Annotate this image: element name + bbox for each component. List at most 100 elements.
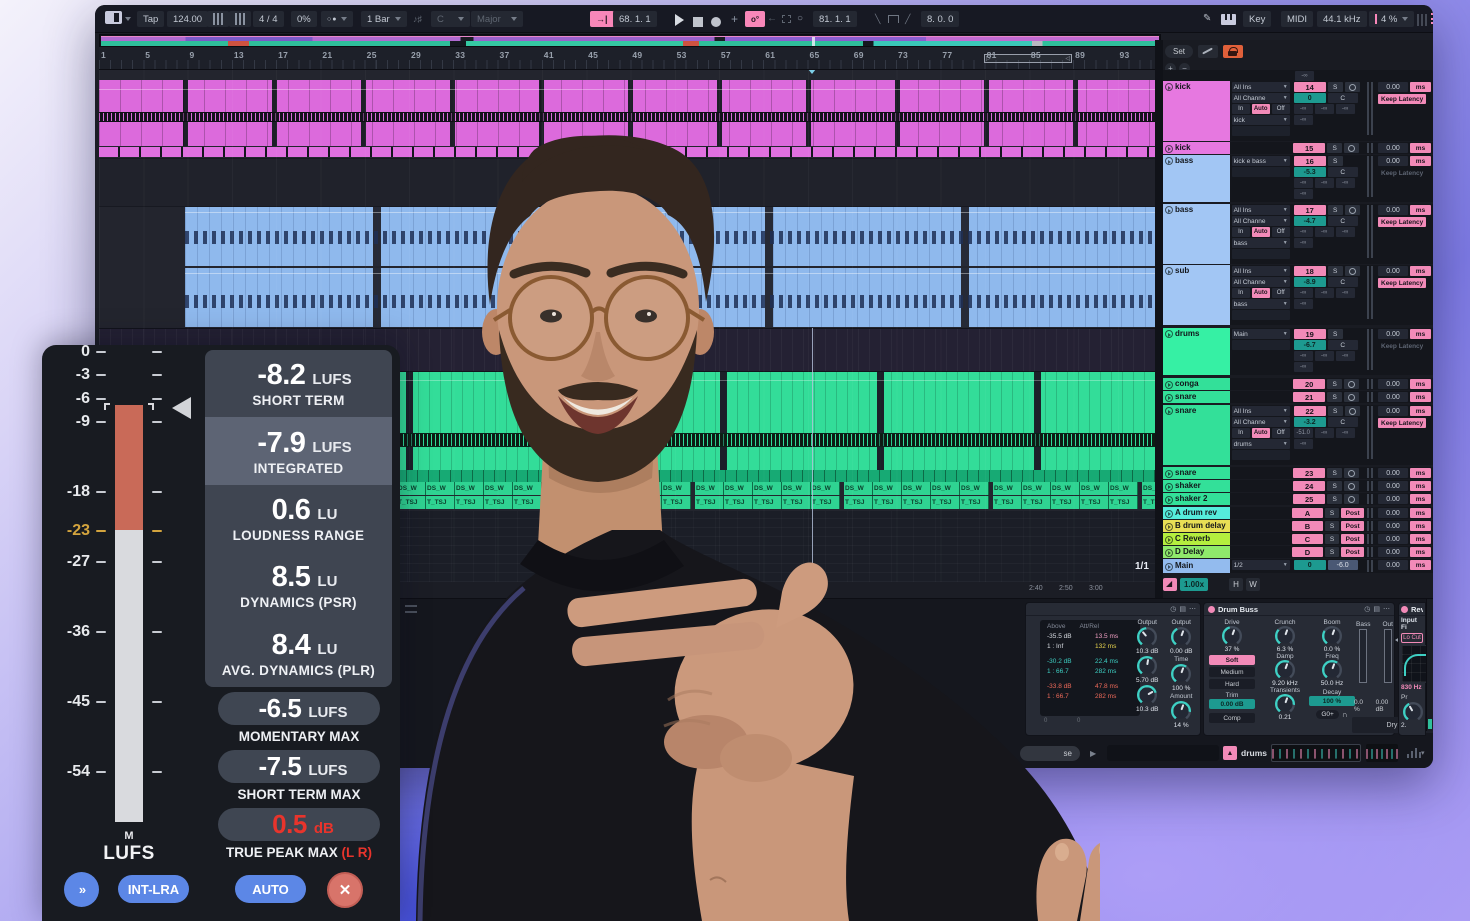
skip-button[interactable]: » <box>64 872 99 907</box>
track-row-a-drum-rev[interactable]: A drum revASPost0.00ms <box>1163 507 1433 519</box>
output-knob[interactable] <box>1137 627 1157 647</box>
loop-brace[interactable]: ▷◁ <box>984 54 1072 63</box>
record-button[interactable] <box>711 14 721 32</box>
play-button[interactable] <box>675 13 684 31</box>
track-play-icon[interactable] <box>1165 536 1173 544</box>
device-save-icon[interactable]: ▤ <box>1373 605 1380 613</box>
clip-preview-1[interactable] <box>1271 744 1361 762</box>
track-play-icon[interactable] <box>1165 330 1173 338</box>
track-play-icon[interactable] <box>1165 510 1173 518</box>
drum-rack-icon[interactable]: ▲ <box>1223 746 1237 760</box>
track-play-icon[interactable] <box>1165 394 1173 402</box>
damp-knob[interactable] <box>1275 660 1295 680</box>
track-play-icon[interactable] <box>1165 145 1173 153</box>
back-to-arrangement-icon[interactable]: ← <box>767 13 777 24</box>
track-row-shaker-2[interactable]: shaker 225S0.00ms <box>1163 493 1433 505</box>
boom-knob[interactable] <box>1322 626 1342 646</box>
track-row-kick[interactable]: kickAll Ins▼All Channe▼InAutoOffkick▼14S… <box>1163 81 1433 141</box>
scale-name-menu[interactable]: Major <box>471 11 523 27</box>
arrangement-position-field[interactable]: 68. 1. 1 <box>613 11 657 27</box>
crunch-knob[interactable] <box>1275 626 1295 646</box>
trim-field[interactable]: 0.00 dB <box>1209 699 1255 709</box>
track-row-b-drum-delay[interactable]: B drum delayBSPost0.00ms <box>1163 520 1433 532</box>
track-row-main[interactable]: Main1/2▼0-6.00.00ms <box>1163 559 1433 573</box>
transients-knob[interactable] <box>1275 694 1295 714</box>
predelay-knob[interactable] <box>1403 702 1423 722</box>
freq-knob[interactable] <box>1322 660 1342 680</box>
output-knob[interactable] <box>1171 627 1191 647</box>
track-row-conga[interactable]: conga20S0.00ms <box>1163 378 1433 390</box>
sample-rate-field[interactable]: 44.1 kHz <box>1317 11 1367 27</box>
track-fold-icon[interactable] <box>1165 407 1173 415</box>
track-row-kick[interactable]: kick15S0.00ms <box>1163 142 1433 154</box>
auto-button[interactable]: AUTO <box>235 875 306 903</box>
punch-out-icon[interactable]: ╱ <box>905 14 910 25</box>
headphone-icon[interactable]: ∩ <box>1342 710 1348 719</box>
track-play-icon[interactable] <box>1165 381 1173 389</box>
track-play-icon[interactable] <box>1165 496 1173 504</box>
lock-envelopes-icon[interactable] <box>1223 45 1243 58</box>
chain-empty-box[interactable] <box>1107 745 1219 761</box>
loop-start-field[interactable]: 81. 1. 1 <box>813 11 857 27</box>
beat-time-ruler[interactable]: ▷◁ 1591317212529333741454953576165697377… <box>99 47 1161 70</box>
nudge-down-button[interactable] <box>207 11 229 27</box>
cpu-meter[interactable]: 4 % <box>1369 11 1414 27</box>
groove-amount-field[interactable]: 0% <box>291 11 317 27</box>
shape-button-soft[interactable]: Soft <box>1209 655 1255 665</box>
track-row-snare[interactable]: snare23S0.00ms <box>1163 467 1433 479</box>
track-fold-icon[interactable] <box>1165 206 1173 214</box>
close-button[interactable]: ✕ <box>327 872 363 908</box>
punch-in-icon[interactable]: ╲ <box>875 14 880 25</box>
int-lra-button[interactable]: INT-LRA <box>118 875 189 903</box>
follow-button[interactable]: →| <box>590 11 614 27</box>
clip-name-cell[interactable]: DS_W <box>1109 482 1138 495</box>
key-map-button[interactable]: Key <box>1243 11 1271 27</box>
midi-map-button[interactable]: MIDI <box>1281 11 1313 27</box>
device-more-icon[interactable]: ⋯ <box>1383 605 1390 613</box>
loop-switch-icon[interactable] <box>888 15 899 23</box>
track-row-bass[interactable]: basskick e bass▼16S-5.3C-∞-∞-∞-∞0.00msKe… <box>1163 155 1433 202</box>
shape-button-medium[interactable]: Medium <box>1209 667 1255 677</box>
device-save-icon[interactable]: ▤ <box>1179 605 1186 613</box>
track-row-drums[interactable]: drumsMain▼19S-6.7C-∞-∞-∞-∞0.00msKeep Lat… <box>1163 328 1433 375</box>
loop-length-field[interactable]: 8. 0. 0 <box>921 11 959 27</box>
track-height-button[interactable]: H <box>1229 578 1243 591</box>
output-knob[interactable] <box>1137 656 1157 676</box>
preview-speaker-icon[interactable] <box>1163 578 1177 591</box>
device-on-icon[interactable] <box>1401 606 1408 613</box>
track-play-icon[interactable] <box>1165 563 1173 571</box>
hamburger-menu-icon[interactable] <box>1431 13 1433 24</box>
quantize-menu[interactable]: 1 Bar <box>361 11 407 27</box>
amount-knob[interactable] <box>1171 701 1191 721</box>
draw-line-icon[interactable] <box>1198 45 1218 58</box>
clip-name-cell[interactable]: T_TSJ <box>1109 496 1138 509</box>
chain-caret-icon[interactable]: ▾ <box>1421 749 1425 757</box>
clip-preview-2[interactable] <box>1366 744 1398 762</box>
track-play-icon[interactable] <box>1165 523 1173 531</box>
drive-knob[interactable] <box>1222 626 1242 646</box>
device-on-icon[interactable] <box>1208 606 1215 613</box>
overview-cursor[interactable] <box>812 37 815 46</box>
track-row-bass[interactable]: bassAll Ins▼All Channe▼InAutoOffbass▼17S… <box>1163 204 1433 264</box>
track-play-icon[interactable] <box>1165 470 1173 478</box>
track-row-shaker[interactable]: shaker24S0.00ms <box>1163 480 1433 492</box>
track-play-icon[interactable] <box>1165 157 1173 165</box>
track-width-button[interactable]: W <box>1246 578 1260 591</box>
track-row-sub[interactable]: subAll Ins▼All Channe▼InAutoOffbass▼18S-… <box>1163 265 1433 325</box>
decay-field[interactable]: 100 % <box>1309 696 1355 706</box>
scale-root-menu[interactable]: C <box>431 11 470 27</box>
time-knob[interactable] <box>1171 664 1191 684</box>
nudge-up-button[interactable] <box>229 11 251 27</box>
piano-keys-icon[interactable] <box>1221 14 1236 25</box>
track-play-icon[interactable] <box>1165 549 1173 557</box>
output-knob[interactable] <box>1137 685 1157 705</box>
add-locator-button[interactable]: + <box>731 12 738 26</box>
track-fold-icon[interactable] <box>1165 267 1173 275</box>
lo-cut-button[interactable]: Lo Cut <box>1401 633 1423 643</box>
tempo-field[interactable]: 124.00 <box>167 11 208 27</box>
comp-button[interactable]: Comp <box>1209 713 1255 723</box>
layout-caret-icon[interactable] <box>125 17 131 21</box>
draw-circle-icon[interactable]: ○ <box>797 13 803 24</box>
arrangement-overview[interactable] <box>99 34 1161 47</box>
track-play-icon[interactable] <box>1165 483 1173 491</box>
